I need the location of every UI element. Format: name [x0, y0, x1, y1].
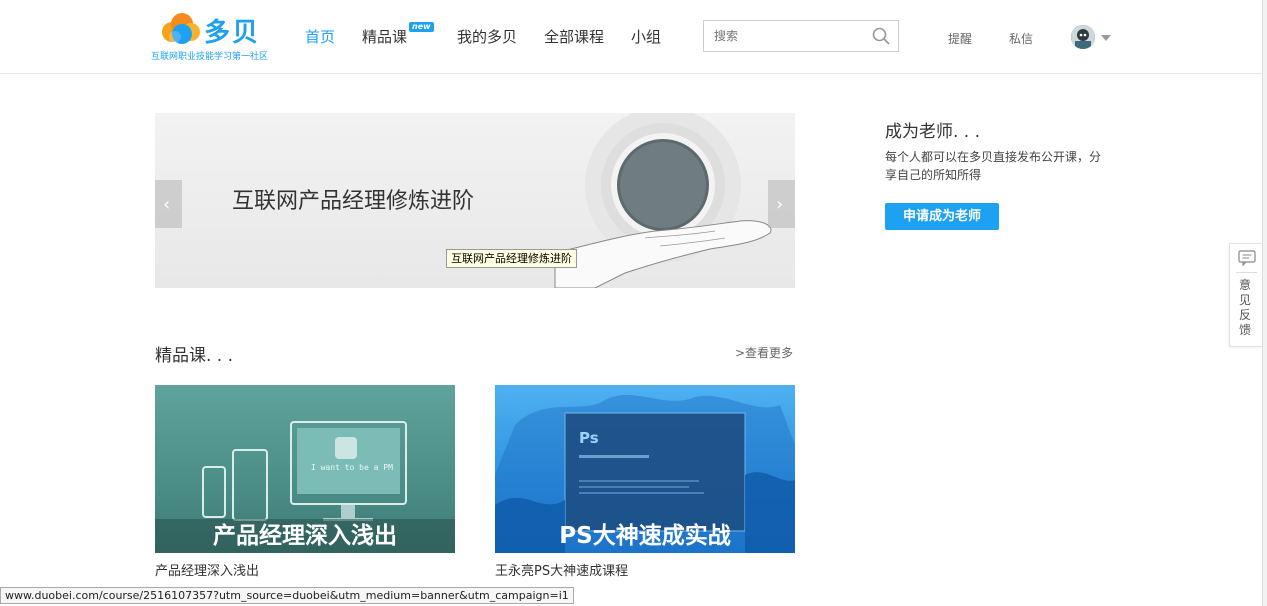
- course-card[interactable]: I want to be a PM 产品经理深入浅出 产品经理深入浅出: [155, 385, 455, 579]
- course-name[interactable]: 产品经理深入浅出: [155, 560, 259, 579]
- nav-item-featured[interactable]: 精品课 new: [362, 22, 434, 47]
- view-more-link[interactable]: >查看更多: [735, 344, 793, 361]
- course-thumbnail[interactable]: Ps PS大神速成实战: [495, 385, 795, 553]
- course-card[interactable]: Ps PS大神速成实战 王永亮PS大神速成课程: [495, 385, 795, 579]
- new-badge: new: [409, 22, 434, 32]
- course-name[interactable]: 王永亮PS大神速成课程: [495, 560, 628, 579]
- nav-item-all-courses[interactable]: 全部课程: [544, 26, 604, 47]
- page: 多贝 互联网职业技能学习第一社区 首页 精品课 new 我的多贝 全部课程 小组…: [0, 0, 1267, 606]
- chevron-down-icon[interactable]: [1101, 35, 1111, 41]
- page-scrollbar[interactable]: [1262, 0, 1267, 606]
- logo[interactable]: 多贝 互联网职业技能学习第一社区: [150, 12, 280, 62]
- banner-next-button[interactable]: ›: [768, 180, 795, 228]
- remind-link[interactable]: 提醒: [948, 30, 972, 47]
- become-teacher-description: 每个人都可以在多贝直接发布公开课，分享自己的所知所得: [885, 150, 1102, 182]
- banner-prev-button[interactable]: ‹: [155, 180, 182, 228]
- chat-icon: [1238, 250, 1256, 266]
- course-image-subtext: Ps: [579, 429, 599, 447]
- search-input[interactable]: [704, 21, 864, 51]
- search-box: [703, 20, 899, 52]
- avatar-image-icon: [1071, 25, 1095, 49]
- featured-section-title: 精品课. . .: [155, 346, 234, 366]
- course-image-caption: 产品经理深入浅出: [155, 519, 455, 553]
- course-thumbnail[interactable]: I want to be a PM 产品经理深入浅出: [155, 385, 455, 553]
- logo-tagline: 互联网职业技能学习第一社区: [151, 52, 269, 62]
- banner-tooltip: 互联网产品经理修炼进阶: [446, 249, 577, 268]
- nav-item-featured-label: 精品课: [362, 28, 408, 46]
- user-avatar[interactable]: [1071, 25, 1095, 49]
- search-icon[interactable]: [872, 27, 890, 45]
- apply-teacher-button[interactable]: 申请成为老师: [885, 203, 999, 230]
- logo-text: 多贝: [204, 18, 261, 48]
- feedback-divider: [1236, 272, 1257, 273]
- nav-item-groups[interactable]: 小组: [631, 26, 661, 47]
- nav-item-my-duobei[interactable]: 我的多贝: [457, 26, 517, 47]
- become-teacher-title: 成为老师. . .: [885, 122, 981, 142]
- nav-item-home[interactable]: 首页: [305, 26, 335, 47]
- feedback-tab[interactable]: 意见反馈: [1229, 243, 1262, 347]
- cloud-logo-icon: [162, 13, 200, 44]
- top-header: 多贝 互联网职业技能学习第一社区 首页 精品课 new 我的多贝 全部课程 小组…: [0, 0, 1262, 74]
- course-image-caption: PS大神速成实战: [559, 523, 731, 549]
- chevron-right-icon: ›: [776, 194, 784, 215]
- messages-link[interactable]: 私信: [1009, 30, 1033, 47]
- banner-title: 互联网产品经理修炼进阶: [232, 189, 475, 214]
- chevron-left-icon: ‹: [163, 194, 171, 215]
- course-image-subtext: I want to be a PM: [311, 463, 393, 472]
- browser-status-bar: www.duobei.com/course/2516107357?utm_sou…: [0, 587, 574, 604]
- feedback-label: 意见反馈: [1239, 278, 1252, 337]
